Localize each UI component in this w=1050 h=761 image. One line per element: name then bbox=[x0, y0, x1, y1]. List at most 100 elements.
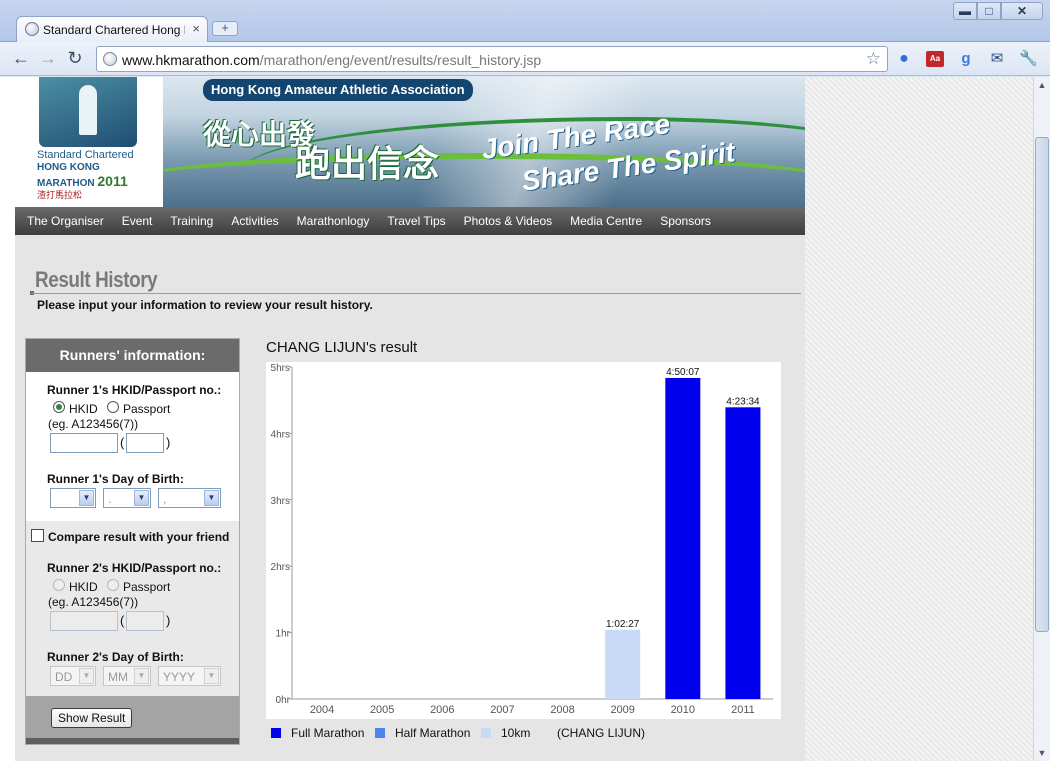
scroll-thumb[interactable] bbox=[1035, 137, 1049, 632]
y-tick-label: 1hr bbox=[276, 629, 291, 640]
google-extension-icon[interactable]: g bbox=[957, 51, 975, 67]
nav-item-photos-videos[interactable]: Photos & Videos bbox=[458, 214, 559, 228]
y-tick-label: 3hrs bbox=[271, 496, 290, 507]
window-close-button[interactable]: ✕ bbox=[1001, 2, 1043, 20]
y-tick-label: 5hrs bbox=[271, 363, 290, 374]
runner2-paren-close: ) bbox=[166, 613, 171, 628]
forward-arrow-icon[interactable]: → bbox=[37, 48, 59, 70]
runner1-hkid-label: HKID bbox=[69, 402, 98, 416]
chevron-down-icon: ▼ bbox=[134, 668, 149, 684]
chevron-down-icon: ▼ bbox=[79, 668, 94, 684]
compare-label: Compare result with your friend bbox=[48, 530, 230, 544]
runner2-paren-open: ( bbox=[120, 613, 125, 628]
browser-tab[interactable]: Standard Chartered Hong Kon × bbox=[16, 16, 208, 42]
x-tick-label: 2010 bbox=[671, 704, 695, 716]
runner2-id-input[interactable] bbox=[50, 611, 118, 631]
page-title: Result History bbox=[35, 267, 158, 292]
marathon-logo[interactable]: Standard Chartered HONG KONG MARATHON 20… bbox=[37, 77, 141, 200]
runner1-hkid-radio[interactable] bbox=[53, 401, 65, 413]
page-subtitle: Please input your information to review … bbox=[37, 298, 373, 312]
panel-title: Runners' information: bbox=[26, 339, 239, 372]
page-viewport: Standard Chartered HONG KONG MARATHON 20… bbox=[0, 77, 1033, 761]
mail-icon[interactable]: ✉ bbox=[988, 51, 1006, 67]
bar bbox=[725, 407, 761, 699]
runner2-day-select[interactable]: DD ▼ bbox=[50, 666, 96, 686]
window-minimize-button[interactable]: ▬ bbox=[953, 2, 977, 20]
browser-toolbar: ← → ↻ www.hkmarathon.com/marathon/eng/ev… bbox=[0, 42, 1050, 76]
runner1-paren-close: ) bbox=[166, 435, 171, 450]
nav-item-organiser[interactable]: The Organiser bbox=[21, 214, 110, 228]
tab-title: Standard Chartered Hong Kon bbox=[43, 23, 185, 37]
bar-value-label: 4:23:34 bbox=[726, 396, 760, 407]
legend-label: Half Marathon bbox=[395, 726, 471, 740]
background-pattern bbox=[805, 77, 1033, 761]
legend-label: Full Marathon bbox=[291, 726, 365, 740]
nav-item-activities[interactable]: Activities bbox=[225, 214, 284, 228]
legend-swatch bbox=[375, 728, 385, 738]
button-bar: Show Result bbox=[26, 696, 239, 738]
result-chart-svg: 0hr 1hr 2hrs 3hrs 4hrs 5hrs 2004 2005 2006 2007 20… bbox=[271, 363, 773, 716]
pdf-extension-icon[interactable]: Aa bbox=[926, 51, 944, 67]
legend-swatch bbox=[271, 728, 281, 738]
runner1-year-select[interactable]: , ▼ bbox=[158, 488, 221, 508]
window-maximize-button[interactable]: □ bbox=[977, 2, 1001, 20]
chart-title: CHANG LIJUN's result bbox=[266, 339, 418, 356]
nav-item-travel-tips[interactable]: Travel Tips bbox=[381, 214, 451, 228]
runner2-check-digit-input[interactable] bbox=[126, 611, 164, 631]
legend-swatch bbox=[481, 728, 491, 738]
x-tick-label: 2011 bbox=[731, 704, 755, 716]
runner2-hkid-label: HKID bbox=[69, 580, 98, 594]
nav-item-event[interactable]: Event bbox=[116, 214, 159, 228]
bar bbox=[665, 377, 701, 699]
scroll-up-arrow-icon[interactable]: ▲ bbox=[1034, 77, 1050, 93]
wrench-icon[interactable]: 🔧 bbox=[1019, 51, 1038, 67]
show-result-button[interactable]: Show Result bbox=[51, 708, 133, 728]
chevron-down-icon: ▼ bbox=[134, 490, 149, 506]
back-arrow-icon[interactable]: ← bbox=[10, 48, 32, 70]
bookmark-star-icon[interactable]: ☆ bbox=[866, 49, 881, 69]
runner1-check-digit-input[interactable] bbox=[126, 433, 164, 453]
banner-artwork: Hong Kong Amateur Athletic Association 從… bbox=[163, 77, 805, 207]
chevron-down-icon: ▼ bbox=[204, 668, 219, 684]
nav-item-media-centre[interactable]: Media Centre bbox=[564, 214, 648, 228]
runner2-month-select[interactable]: MM ▼ bbox=[103, 666, 151, 686]
runner2-passport-label: Passport bbox=[123, 580, 171, 594]
runner2-year-select[interactable]: YYYY ▼ bbox=[158, 666, 221, 686]
runner1-id-input[interactable] bbox=[50, 433, 118, 453]
reload-icon[interactable]: ↻ bbox=[64, 48, 86, 70]
logo-figure-icon bbox=[39, 77, 137, 147]
x-tick-label: 2008 bbox=[550, 704, 574, 716]
browser-titlebar: Standard Chartered Hong Kon × + ▬ □ ✕ bbox=[0, 0, 1050, 42]
chevron-down-icon: ▼ bbox=[204, 490, 219, 506]
url-text: www.hkmarathon.com/marathon/eng/event/re… bbox=[122, 52, 542, 68]
x-tick-label: 2004 bbox=[310, 704, 334, 716]
tab-close-icon[interactable]: × bbox=[192, 21, 200, 36]
bar-value-label: 1:02:27 bbox=[606, 619, 640, 630]
nav-item-training[interactable]: Training bbox=[164, 214, 219, 228]
address-bar[interactable]: www.hkmarathon.com/marathon/eng/event/re… bbox=[96, 46, 888, 72]
runner1-dob-label: Runner 1's Day of Birth: bbox=[47, 472, 184, 486]
globe-icon bbox=[25, 22, 39, 36]
nav-item-sponsors[interactable]: Sponsors bbox=[654, 214, 717, 228]
vertical-scrollbar[interactable]: ▲ ▼ bbox=[1033, 77, 1050, 761]
nav-item-marathonlogy[interactable]: Marathonlogy bbox=[291, 214, 376, 228]
runner2-passport-radio[interactable] bbox=[107, 579, 119, 591]
scroll-down-arrow-icon[interactable]: ▼ bbox=[1034, 745, 1050, 761]
x-tick-label: 2006 bbox=[430, 704, 454, 716]
logo-sponsor-text: Standard Chartered bbox=[37, 149, 134, 161]
runner2-hkid-radio[interactable] bbox=[53, 579, 65, 591]
runner1-month-select[interactable]: . ▼ bbox=[103, 488, 151, 508]
legend-runner-note: (CHANG LIJUN) bbox=[557, 726, 646, 740]
page-container: Standard Chartered HONG KONG MARATHON 20… bbox=[15, 77, 805, 761]
site-nav: The Organiser Event Training Activities … bbox=[15, 207, 805, 235]
legend-label: 10km bbox=[501, 726, 531, 740]
runner1-day-select[interactable]: ▼ bbox=[50, 488, 96, 508]
y-tick-label: 0hr bbox=[276, 695, 291, 706]
association-name: Hong Kong Amateur Athletic Association bbox=[203, 79, 473, 101]
runner1-passport-radio[interactable] bbox=[107, 401, 119, 413]
compare-checkbox[interactable] bbox=[31, 529, 44, 542]
chat-bubble-icon[interactable]: ● bbox=[895, 51, 913, 67]
new-tab-button[interactable]: + bbox=[212, 21, 238, 36]
logo-event-text: MARATHON 2011 bbox=[37, 173, 128, 189]
logo-chinese-text: 渣打馬拉松 bbox=[37, 190, 83, 200]
